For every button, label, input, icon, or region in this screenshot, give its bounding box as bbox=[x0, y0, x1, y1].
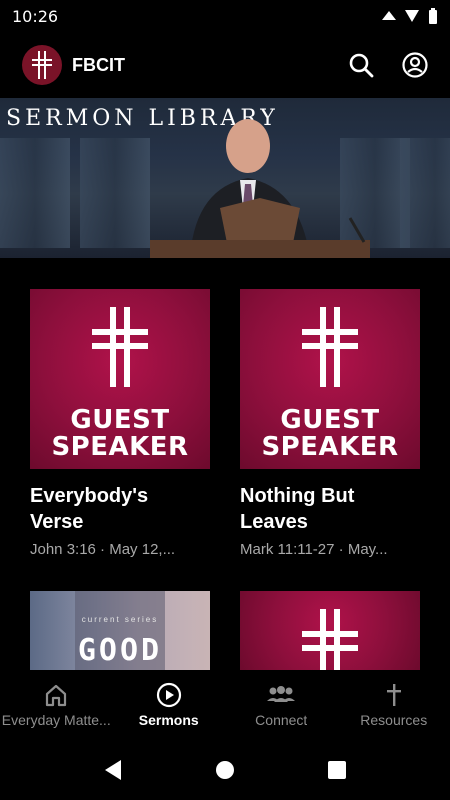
sermon-card[interactable]: GUEST SPEAKER Nothing But Leaves Mark 11… bbox=[240, 289, 420, 558]
wall-panel bbox=[400, 138, 450, 248]
nav-label: Connect bbox=[255, 712, 308, 728]
thumb-line1: GUEST bbox=[280, 405, 380, 435]
nav-item-connect[interactable]: Connect bbox=[225, 670, 338, 740]
wifi-icon bbox=[405, 10, 419, 22]
account-icon[interactable] bbox=[402, 52, 428, 78]
app-title: FBCIT bbox=[72, 54, 125, 75]
sermon-title-line1: Everybody's bbox=[30, 485, 149, 507]
nav-label: Resources bbox=[360, 712, 428, 728]
nav-label: Sermons bbox=[138, 712, 199, 728]
cross-icon bbox=[92, 307, 148, 387]
recents-button[interactable] bbox=[281, 760, 393, 780]
wall-panel bbox=[80, 138, 150, 248]
series-title: GOOD bbox=[77, 633, 163, 668]
signal-icon bbox=[382, 11, 396, 20]
pulpit bbox=[150, 198, 370, 258]
thumb-line2: SPEAKER bbox=[51, 432, 189, 462]
thumb-line2: SPEAKER bbox=[261, 432, 399, 462]
back-button[interactable] bbox=[57, 759, 169, 781]
status-bar: 10:26 bbox=[0, 0, 450, 32]
cross-icon bbox=[302, 609, 358, 670]
sermon-title-line2: Leaves bbox=[240, 511, 308, 533]
play-circle-icon bbox=[156, 682, 181, 708]
bottom-navigation: Everyday Matte... Sermons Connect Resour… bbox=[0, 670, 450, 740]
back-icon bbox=[105, 760, 121, 780]
sermon-card[interactable] bbox=[240, 591, 420, 670]
nav-item-everyday-matters[interactable]: Everyday Matte... bbox=[0, 670, 113, 740]
recents-icon bbox=[328, 761, 346, 779]
series-label: current series bbox=[81, 615, 159, 624]
system-navigation bbox=[0, 740, 450, 800]
status-time: 10:26 bbox=[12, 6, 59, 26]
sermon-subtitle: John 3:16 · May 12,... bbox=[30, 541, 176, 558]
sermon-thumbnail: GUEST SPEAKER bbox=[30, 289, 210, 469]
home-circle-icon bbox=[216, 761, 234, 779]
people-icon bbox=[267, 686, 296, 702]
thumb-line1: GUEST bbox=[70, 405, 170, 435]
cross-icon bbox=[302, 307, 358, 387]
battery-icon bbox=[429, 8, 437, 24]
wall-panel bbox=[0, 138, 70, 248]
sermon-card[interactable]: GUEST SPEAKER Everybody's Verse John 3:1… bbox=[30, 289, 210, 558]
church-logo[interactable] bbox=[22, 45, 62, 85]
sermon-title: Nothing But Leaves bbox=[240, 483, 420, 535]
nav-item-sermons[interactable]: Sermons bbox=[113, 670, 226, 740]
sermon-thumbnail: GUEST SPEAKER bbox=[240, 289, 420, 469]
search-icon[interactable] bbox=[348, 52, 374, 78]
sermon-title-line2: Verse bbox=[30, 511, 84, 533]
sermon-card[interactable]: current series GOOD bbox=[30, 591, 210, 670]
sermon-subtitle: Mark 11:11-27 · May... bbox=[240, 541, 388, 558]
sermon-thumbnail: current series GOOD bbox=[30, 591, 210, 670]
home-button[interactable] bbox=[169, 760, 281, 780]
sermon-title: Everybody's Verse bbox=[30, 483, 210, 535]
sermon-thumbnail bbox=[240, 591, 420, 670]
cross-icon bbox=[386, 684, 401, 706]
nav-item-resources[interactable]: Resources bbox=[338, 670, 450, 740]
nav-label: Everyday Matte... bbox=[1, 712, 111, 728]
cross-logo-icon bbox=[32, 51, 52, 79]
home-icon bbox=[46, 684, 67, 707]
app-bar: FBCIT bbox=[0, 32, 450, 98]
sermon-library-banner: SERMON LIBRARY bbox=[0, 98, 450, 258]
sermon-title-line1: Nothing But bbox=[240, 485, 355, 507]
status-icons bbox=[382, 8, 438, 24]
